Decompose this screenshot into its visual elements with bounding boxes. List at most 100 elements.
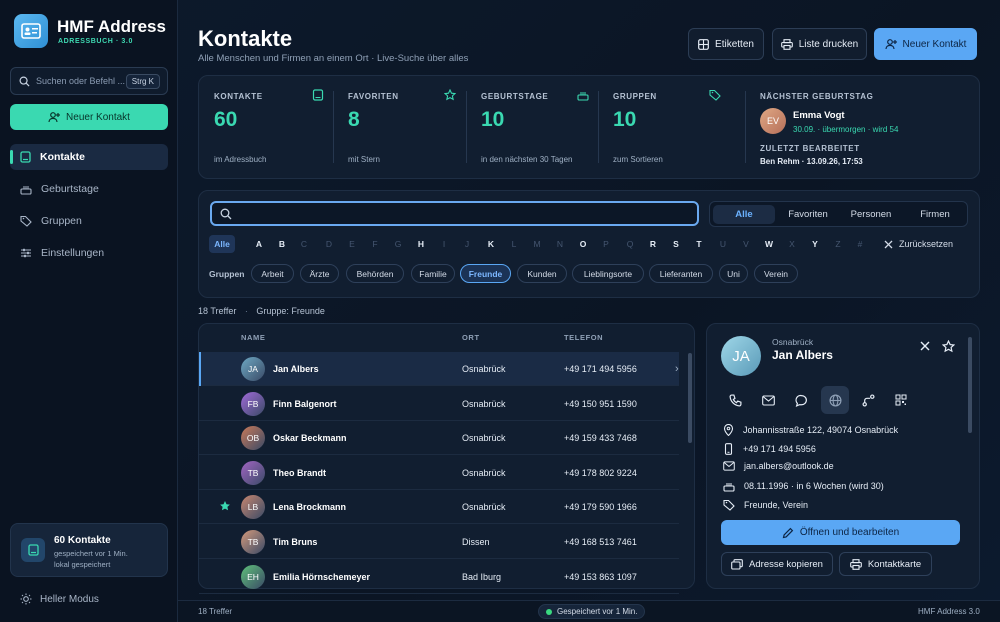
shortcut-badge: Strg K [125,74,160,89]
group-chip[interactable]: Uni [719,264,748,283]
close-icon[interactable] [920,341,930,351]
letter-filter-alle[interactable]: Alle [209,235,235,253]
route-button[interactable] [855,387,881,413]
group-chip[interactable]: Kunden [517,264,567,283]
group-chip[interactable]: Arbeit [251,264,294,283]
row-name: Emilia Hörnschemeyer [273,571,371,582]
row-city: Dissen [462,537,490,547]
last-edited-value: Ben Rehm · 13.09.26, 17:53 [760,157,863,166]
group-chip[interactable]: Freunde [460,264,511,283]
table-row[interactable]: TB Tim Bruns Dissen +49 168 513 7461 [199,525,679,559]
avatar: EV [760,108,786,134]
qr-code-button[interactable] [888,387,914,413]
next-birthday-detail: 30.09. · übermorgen · wird 54 [793,125,899,134]
letter-filter-w[interactable]: W [762,239,776,249]
segment-personen[interactable]: Personen [840,205,902,224]
column-header-city[interactable]: ORT [462,333,480,342]
new-contact-button[interactable]: Neuer Kontakt [874,28,977,60]
row-name: Oskar Beckmann [273,433,347,444]
table-row[interactable]: JA Jan Albers Osnabrück +49 171 494 5956 › [199,352,679,386]
contact-search-input[interactable] [210,201,699,226]
stat-sub: im Adressbuch [214,155,267,164]
letter-filter-#[interactable]: # [853,239,867,249]
letter-filter-q[interactable]: Q [623,239,637,249]
star-icon[interactable] [942,340,955,353]
group-chip[interactable]: Ärzte [300,264,339,283]
detail-email-text: jan.albers@outlook.de [744,461,834,471]
letter-filter-v[interactable]: V [739,239,753,249]
next-birthday-name[interactable]: Emma Vogt [793,110,845,121]
letter-filter-h[interactable]: H [414,239,428,249]
segment-firmen[interactable]: Firmen [904,205,966,224]
letter-filter-j[interactable]: J [460,239,474,249]
segment-alle[interactable]: Alle [713,205,775,224]
column-header-name[interactable]: NAME [241,333,265,342]
copy-address-button[interactable]: Adresse kopieren [721,552,833,576]
detail-phone[interactable]: +49 171 494 5956 [723,443,816,455]
call-button[interactable] [722,387,748,413]
sidebar-item-gruppen[interactable]: Gruppen [10,208,168,234]
website-button[interactable] [821,386,849,414]
command-search-input[interactable]: Suchen oder Befehl ... Strg K [10,67,168,95]
group-chip[interactable]: Lieblingsorte [572,264,644,283]
segment-favoriten[interactable]: Favoriten [777,205,839,224]
detail-address[interactable]: Johannisstraße 122, 49074 Osnabrück [723,424,898,436]
phone-icon [728,393,742,407]
sidebar-item-kontakte[interactable]: Kontakte [10,144,168,170]
letter-filter-x[interactable]: X [785,239,799,249]
letter-filter-e[interactable]: E [345,239,359,249]
stat-label: GEBURTSTAGE [481,92,549,101]
letter-filter-f[interactable]: F [368,239,382,249]
table-row[interactable]: TB Theo Brandt Osnabrück +49 178 802 9224 [199,456,679,490]
open-edit-button[interactable]: Öffnen und bearbeiten [721,520,960,545]
letter-filter-y[interactable]: Y [808,239,822,249]
group-chip[interactable]: Lieferanten [649,264,713,283]
search-icon [19,76,30,87]
table-row[interactable]: FB Finn Balgenort Osnabrück +49 150 951 159… [199,387,679,421]
column-header-phone[interactable]: TELEFON [564,333,603,342]
letter-filter-u[interactable]: U [716,239,730,249]
letter-filter-a[interactable]: A [252,239,266,249]
letter-filter-r[interactable]: R [646,239,660,249]
group-chip[interactable]: Familie [411,264,455,283]
new-contact-button-sidebar[interactable]: Neuer Kontakt [10,104,168,130]
message-button[interactable] [788,387,814,413]
letter-filter-i[interactable]: I [437,239,451,249]
table-row[interactable]: LB Lena Brockmann Osnabrück +49 179 590 196… [199,490,679,525]
letter-filter-d[interactable]: D [322,239,336,249]
letter-filter-s[interactable]: S [669,239,683,249]
letter-filter-z[interactable]: Z [831,239,845,249]
reset-filter-button[interactable]: Zurücksetzen [884,239,953,249]
table-row[interactable]: OB Oskar Beckmann Osnabrück +49 159 433 746… [199,421,679,456]
letter-filter-k[interactable]: K [484,239,498,249]
email-button[interactable] [755,387,781,413]
table-scrollbar[interactable] [688,353,692,443]
group-chip[interactable]: Behörden [346,264,404,283]
group-chip[interactable]: Verein [754,264,798,283]
detail-scrollbar[interactable] [968,337,972,433]
letter-filter-l[interactable]: L [507,239,521,249]
letter-filter-m[interactable]: M [530,239,544,249]
letter-filter-g[interactable]: G [391,239,405,249]
add-user-icon [48,112,61,123]
sidebar-item-einstellungen[interactable]: Einstellungen [10,240,168,266]
location-pin-icon [723,424,734,436]
sidebar: HMF Address ADRESSBUCH · 3.0 Suchen oder… [0,0,178,622]
detail-groups-text: Freunde, Verein [744,500,809,510]
letter-filter-o[interactable]: O [576,239,590,249]
star-icon[interactable] [219,500,231,512]
letter-filter-c[interactable]: C [297,239,311,249]
letter-filter-b[interactable]: B [275,239,289,249]
tag-icon [20,215,32,227]
letter-filter-p[interactable]: P [599,239,613,249]
detail-email[interactable]: jan.albers@outlook.de [723,461,834,471]
letter-filter-t[interactable]: T [692,239,706,249]
letter-filter-n[interactable]: N [553,239,567,249]
theme-toggle[interactable]: Heller Modus [20,593,99,605]
sidebar-item-geburtstage[interactable]: Geburtstage [10,176,168,202]
labels-button[interactable]: Etiketten [688,28,764,60]
print-list-button[interactable]: Liste drucken [772,28,867,60]
contact-card-button[interactable]: Kontaktkarte [839,552,932,576]
stat-value: 10 [613,108,637,131]
table-row[interactable]: EH Emilia Hörnschemeyer Bad Iburg +49 153 8… [199,560,679,594]
